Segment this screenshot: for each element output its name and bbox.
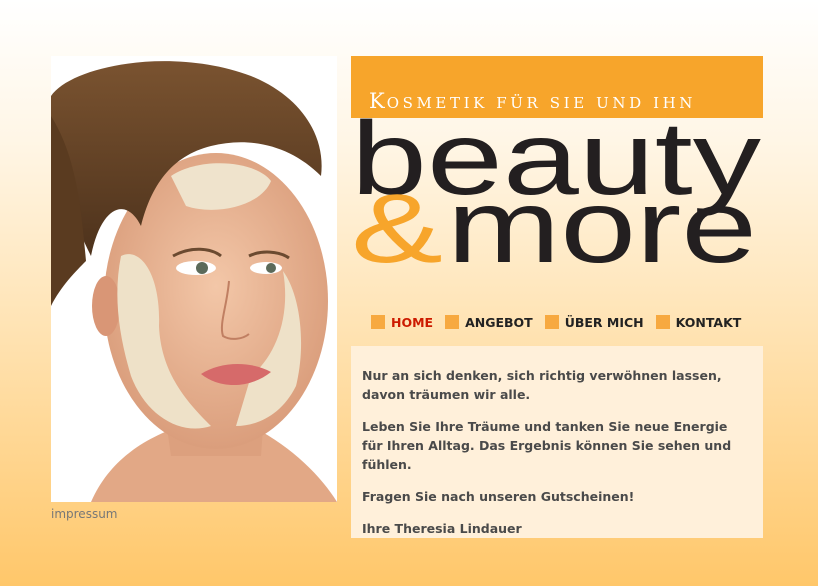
square-bullet-icon <box>655 315 670 329</box>
logo-more: more <box>447 169 757 270</box>
nav-item-ueber-mich[interactable]: ÜBER MICH <box>544 314 644 330</box>
intro-paragraph: Fragen Sie nach unseren Gutscheinen! <box>362 489 635 504</box>
signature-line: Ihre Theresia Lindauer <box>362 521 522 536</box>
intro-text-box: Nur an sich denken, sich richtig verwöhn… <box>351 346 763 538</box>
tagline-banner: KOSMETIK FÜR SIE UND IHN <box>351 56 763 118</box>
intro-paragraph: Nur an sich denken, sich richtig verwöhn… <box>362 368 722 402</box>
beauty-and-more-logo: beauty & more <box>351 101 763 285</box>
impressum-link[interactable]: impressum <box>51 507 118 521</box>
woman-face-mask-image <box>51 61 337 502</box>
hero-photo <box>51 56 337 502</box>
square-bullet-icon <box>544 315 559 329</box>
nav-item-kontakt[interactable]: KONTAKT <box>655 314 742 330</box>
nav-item-label: ÜBER MICH <box>564 314 644 330</box>
tagline-text: KOSMETIK FÜR SIE UND IHN <box>369 89 696 113</box>
intro-paragraph: Leben Sie Ihre Träume und tanken Sie neu… <box>362 419 732 472</box>
square-bullet-icon <box>445 315 460 329</box>
square-bullet-icon <box>371 315 385 329</box>
nav-item-label: HOME <box>391 314 434 330</box>
tagline-initial: K <box>369 89 387 113</box>
nav-item-label: ANGEBOT <box>465 314 533 330</box>
main-nav: HOME ANGEBOT ÜBER MICH KONTAKT <box>371 313 753 331</box>
tagline-rest: OSMETIK FÜR SIE UND IHN <box>386 94 697 112</box>
nav-item-label: KONTAKT <box>675 314 742 330</box>
nav-item-angebot[interactable]: ANGEBOT <box>445 315 533 330</box>
logo-ampersand: & <box>351 173 443 270</box>
nav-item-home[interactable]: HOME <box>371 315 433 330</box>
